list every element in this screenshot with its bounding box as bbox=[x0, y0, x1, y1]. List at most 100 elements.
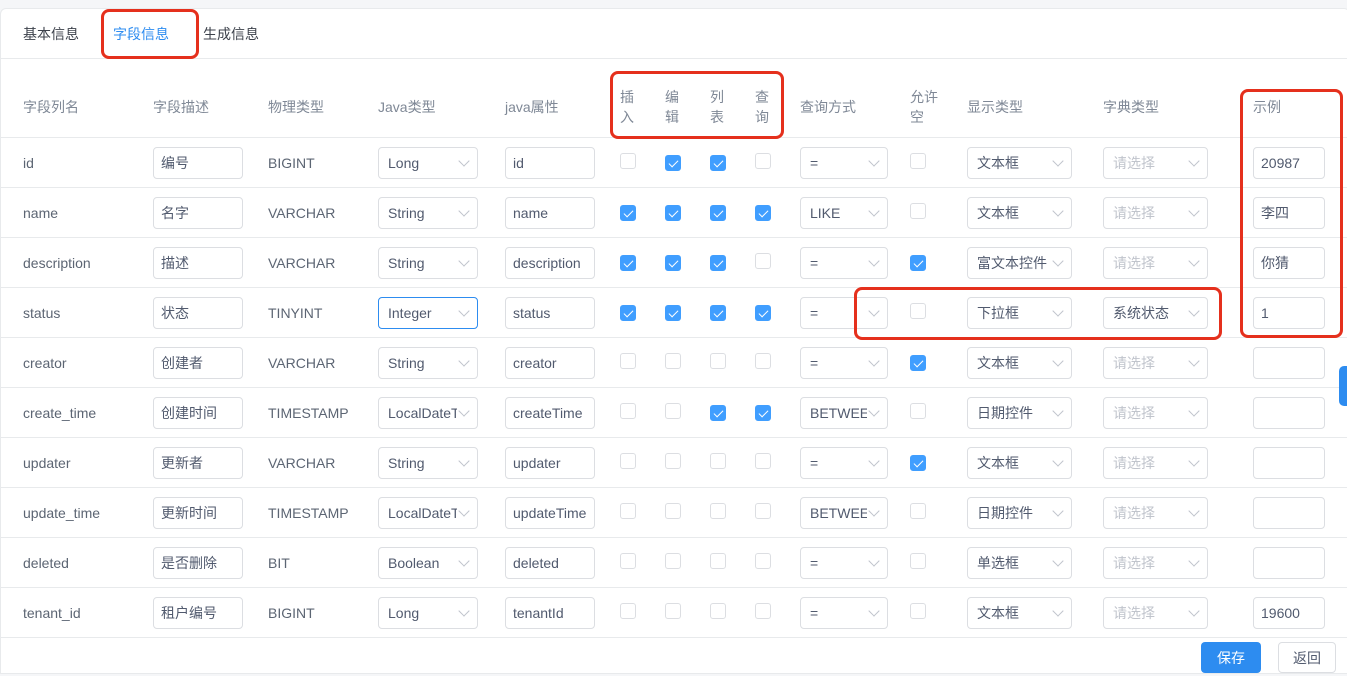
field-description-input[interactable] bbox=[153, 197, 243, 229]
dict-type-select[interactable]: 请选择 bbox=[1103, 197, 1208, 229]
display-type-select[interactable]: 文本框 bbox=[967, 347, 1072, 379]
dict-type-select[interactable]: 请选择 bbox=[1103, 247, 1208, 279]
insert-checkbox[interactable] bbox=[620, 453, 636, 469]
java-property-input[interactable] bbox=[505, 247, 595, 279]
query-mode-select[interactable]: BETWEEN bbox=[800, 497, 888, 529]
java-type-select[interactable]: Long bbox=[378, 147, 478, 179]
query-mode-select[interactable]: = bbox=[800, 447, 888, 479]
allow-null-checkbox[interactable] bbox=[910, 553, 926, 569]
java-property-input[interactable] bbox=[505, 147, 595, 179]
edit-checkbox[interactable] bbox=[665, 353, 681, 369]
display-type-select[interactable]: 日期控件 bbox=[967, 497, 1072, 529]
query-checkbox[interactable] bbox=[755, 253, 771, 269]
display-type-select[interactable]: 文本框 bbox=[967, 197, 1072, 229]
allow-null-checkbox[interactable] bbox=[910, 255, 926, 271]
java-type-select[interactable]: String bbox=[378, 197, 478, 229]
field-description-input[interactable] bbox=[153, 347, 243, 379]
list-checkbox[interactable] bbox=[710, 353, 726, 369]
insert-checkbox[interactable] bbox=[620, 503, 636, 519]
example-input[interactable] bbox=[1253, 447, 1325, 479]
query-checkbox[interactable] bbox=[755, 405, 771, 421]
allow-null-checkbox[interactable] bbox=[910, 403, 926, 419]
tab-basic-info[interactable]: 基本信息 bbox=[23, 9, 79, 58]
java-type-select[interactable]: LocalDateTime bbox=[378, 497, 478, 529]
edit-checkbox[interactable] bbox=[665, 305, 681, 321]
edit-checkbox[interactable] bbox=[665, 255, 681, 271]
allow-null-checkbox[interactable] bbox=[910, 603, 926, 619]
query-checkbox[interactable] bbox=[755, 353, 771, 369]
list-checkbox[interactable] bbox=[710, 255, 726, 271]
example-input[interactable] bbox=[1253, 197, 1325, 229]
tab-field-info[interactable]: 字段信息 bbox=[113, 9, 169, 58]
edit-checkbox[interactable] bbox=[665, 155, 681, 171]
allow-null-checkbox[interactable] bbox=[910, 153, 926, 169]
example-input[interactable] bbox=[1253, 247, 1325, 279]
tab-generate-info[interactable]: 生成信息 bbox=[203, 9, 259, 58]
query-mode-select[interactable]: = bbox=[800, 597, 888, 629]
java-property-input[interactable] bbox=[505, 447, 595, 479]
display-type-select[interactable]: 单选框 bbox=[967, 547, 1072, 579]
example-input[interactable] bbox=[1253, 497, 1325, 529]
example-input[interactable] bbox=[1253, 397, 1325, 429]
side-drawer-handle[interactable] bbox=[1339, 366, 1347, 406]
edit-checkbox[interactable] bbox=[665, 403, 681, 419]
edit-checkbox[interactable] bbox=[665, 503, 681, 519]
display-type-select[interactable]: 文本框 bbox=[967, 447, 1072, 479]
field-description-input[interactable] bbox=[153, 247, 243, 279]
java-type-select[interactable]: String bbox=[378, 447, 478, 479]
query-mode-select[interactable]: = bbox=[800, 347, 888, 379]
list-checkbox[interactable] bbox=[710, 305, 726, 321]
edit-checkbox[interactable] bbox=[665, 553, 681, 569]
query-mode-select[interactable]: BETWEEN bbox=[800, 397, 888, 429]
example-input[interactable] bbox=[1253, 597, 1325, 629]
edit-checkbox[interactable] bbox=[665, 205, 681, 221]
java-type-select[interactable]: LocalDateTime bbox=[378, 397, 478, 429]
query-checkbox[interactable] bbox=[755, 153, 771, 169]
field-description-input[interactable] bbox=[153, 597, 243, 629]
query-checkbox[interactable] bbox=[755, 205, 771, 221]
display-type-select[interactable]: 文本框 bbox=[967, 147, 1072, 179]
dict-type-select[interactable]: 请选择 bbox=[1103, 147, 1208, 179]
java-property-input[interactable] bbox=[505, 597, 595, 629]
insert-checkbox[interactable] bbox=[620, 153, 636, 169]
dict-type-select[interactable]: 系统状态 bbox=[1103, 297, 1208, 329]
field-description-input[interactable] bbox=[153, 447, 243, 479]
dict-type-select[interactable]: 请选择 bbox=[1103, 347, 1208, 379]
dict-type-select[interactable]: 请选择 bbox=[1103, 497, 1208, 529]
java-property-input[interactable] bbox=[505, 197, 595, 229]
list-checkbox[interactable] bbox=[710, 553, 726, 569]
query-mode-select[interactable]: = bbox=[800, 547, 888, 579]
java-type-select[interactable]: Long bbox=[378, 597, 478, 629]
list-checkbox[interactable] bbox=[710, 453, 726, 469]
query-checkbox[interactable] bbox=[755, 305, 771, 321]
insert-checkbox[interactable] bbox=[620, 403, 636, 419]
allow-null-checkbox[interactable] bbox=[910, 503, 926, 519]
allow-null-checkbox[interactable] bbox=[910, 303, 926, 319]
list-checkbox[interactable] bbox=[710, 405, 726, 421]
query-checkbox[interactable] bbox=[755, 603, 771, 619]
display-type-select[interactable]: 富文本控件 bbox=[967, 247, 1072, 279]
query-mode-select[interactable]: = bbox=[800, 297, 888, 329]
java-type-select[interactable]: String bbox=[378, 247, 478, 279]
insert-checkbox[interactable] bbox=[620, 255, 636, 271]
query-checkbox[interactable] bbox=[755, 553, 771, 569]
display-type-select[interactable]: 下拉框 bbox=[967, 297, 1072, 329]
insert-checkbox[interactable] bbox=[620, 603, 636, 619]
list-checkbox[interactable] bbox=[710, 603, 726, 619]
dict-type-select[interactable]: 请选择 bbox=[1103, 547, 1208, 579]
insert-checkbox[interactable] bbox=[620, 353, 636, 369]
java-property-input[interactable] bbox=[505, 497, 595, 529]
java-property-input[interactable] bbox=[505, 397, 595, 429]
field-description-input[interactable] bbox=[153, 297, 243, 329]
field-description-input[interactable] bbox=[153, 497, 243, 529]
example-input[interactable] bbox=[1253, 347, 1325, 379]
query-mode-select[interactable]: = bbox=[800, 147, 888, 179]
java-property-input[interactable] bbox=[505, 547, 595, 579]
list-checkbox[interactable] bbox=[710, 503, 726, 519]
list-checkbox[interactable] bbox=[710, 155, 726, 171]
edit-checkbox[interactable] bbox=[665, 453, 681, 469]
allow-null-checkbox[interactable] bbox=[910, 203, 926, 219]
dict-type-select[interactable]: 请选择 bbox=[1103, 397, 1208, 429]
java-property-input[interactable] bbox=[505, 297, 595, 329]
back-button[interactable]: 返回 bbox=[1278, 642, 1336, 673]
